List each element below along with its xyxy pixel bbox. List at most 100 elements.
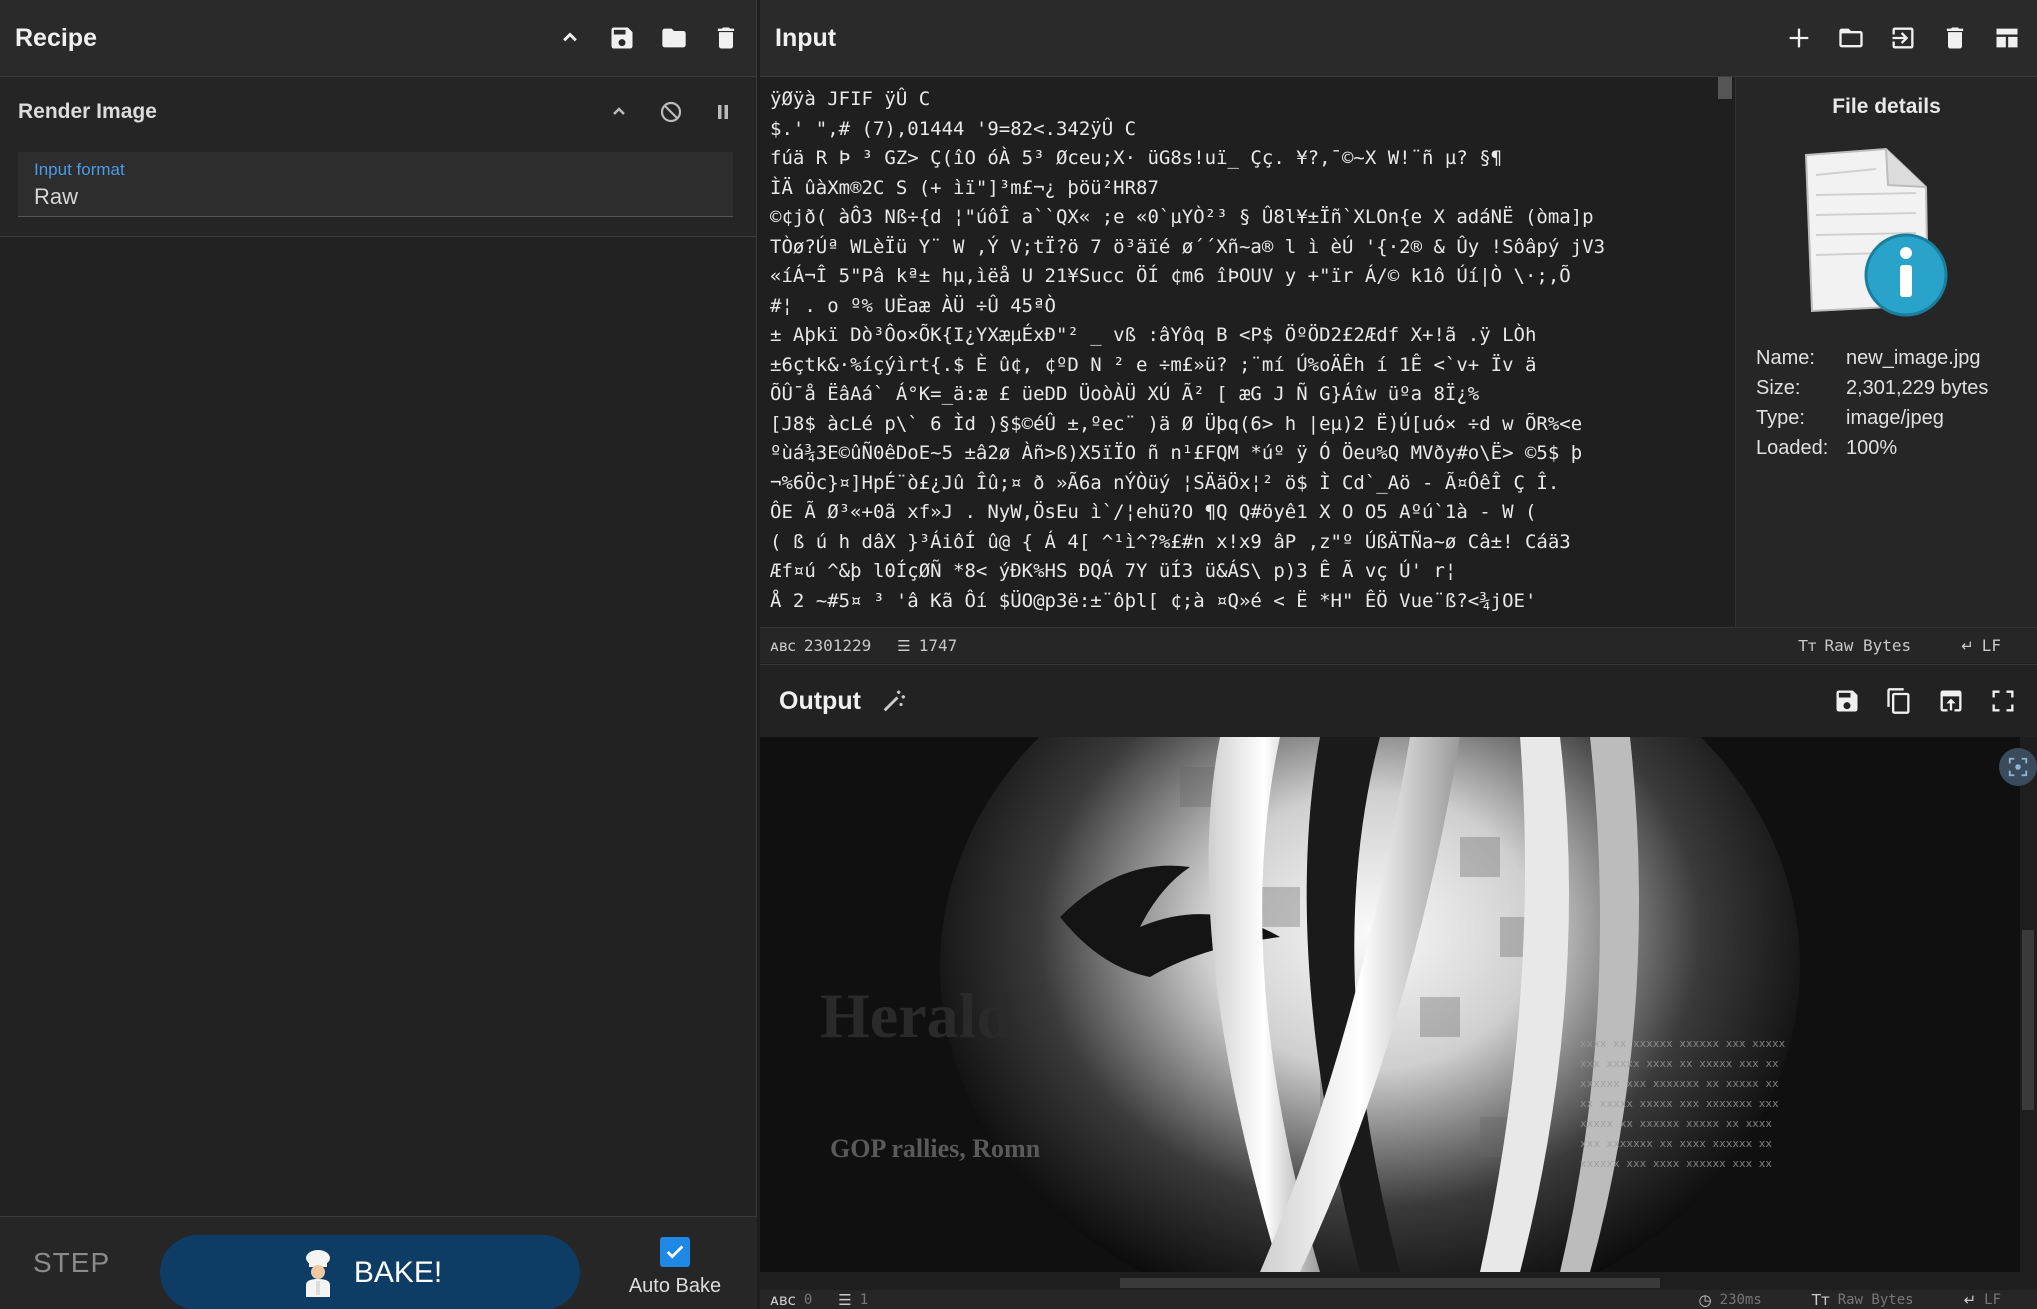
bake-time: 230ms	[1719, 1291, 1762, 1308]
input-eol: LF	[1981, 636, 2001, 655]
input-text-line: fúä R Þ ³ GZ> Ç(îO óÀ 5³ Øceu;X· üG8s!uï…	[770, 147, 1503, 169]
input-text-line: ± Aþkï Dò³Ôo×ÕK{I¿YXæµÉxÐ"² _ vß :âYôq B…	[770, 324, 1537, 346]
file-name-row: Name: new_image.jpg	[1756, 347, 1981, 370]
input-text-line: TÒø?Úª WLèÏü Y¨ W ,Ý V;tÏ?ö 7 ö³äïé ø´´X…	[770, 235, 1606, 258]
input-text-line: ÔE Ã Ø³«+0ã xf»J . NyW,ÖsEu ì`/¦ehü?O ¶Q…	[770, 501, 1537, 523]
input-text-line: Å 2 ~#5¤ ³ 'â Kã Ôí $ÜO@p3ë:±¨ôþl[ ¢;à ¤…	[770, 589, 1537, 612]
file-loaded-value: 100%	[1846, 437, 1898, 459]
reset-layout-icon[interactable]	[1992, 23, 2022, 53]
focus-icon	[2008, 757, 2028, 777]
replace-input-icon[interactable]	[1936, 686, 1966, 716]
input-format-field[interactable]: Input format Raw	[18, 152, 733, 217]
bake-button[interactable]: BAKE!	[160, 1235, 580, 1309]
input-encoding-selector[interactable]: Tт Raw Bytes	[1799, 636, 1912, 655]
file-loaded-key: Loaded:	[1756, 437, 1829, 459]
input-scrollbar[interactable]	[1718, 77, 1732, 99]
chevron-up-icon[interactable]	[555, 23, 585, 53]
output-eol-selector[interactable]: ↵ LF	[1964, 1291, 2001, 1309]
input-text-line: ±6çtk&·%íçýìrt{.$ È û¢, ¢ºD N ² e ÷m£»ü?…	[770, 353, 1537, 376]
file-size-value: 2,301,229 bytes	[1846, 377, 1989, 399]
text-encoding-icon: Tт	[1798, 636, 1817, 655]
input-encoding: Raw Bytes	[1824, 636, 1912, 655]
input-text-line: [J8$ àcLé p\` 6 Ìd )§$©éÛ ±,ºec¨ )ä Ø Üþ…	[770, 412, 1583, 435]
maximise-output-icon[interactable]	[1988, 686, 2018, 716]
output-image-view[interactable]: xxxx xx xxxxxx xxxxxx xxx xxxxx xxx xxxx…	[760, 737, 2020, 1272]
text-encoding-icon: Tт	[1811, 1290, 1830, 1309]
input-header: Input	[760, 0, 2037, 77]
recipe-title: Recipe	[15, 23, 97, 52]
input-text-line: #¦ . o º% UÈaæ ÀÜ ÷Û 45ªÒ	[770, 294, 1056, 317]
input-format-value[interactable]: Raw	[34, 184, 717, 210]
input-eol-selector[interactable]: ↵ LF	[1961, 636, 2001, 655]
disable-operation-icon[interactable]	[656, 97, 686, 127]
zoom-fit-button[interactable]	[1999, 748, 2037, 786]
load-recipe-folder-icon[interactable]	[659, 23, 689, 53]
input-lines-item: ☰ 1747	[897, 636, 957, 655]
file-name-value: new_image.jpg	[1846, 347, 1981, 369]
lines-icon: ☰	[897, 636, 911, 655]
file-details-panel: File details Name: new_image.jpg Size: 2,3…	[1735, 77, 2037, 627]
rendered-image: xxxx xx xxxxxx xxxxxx xxx xxxxx xxx xxxx…	[760, 737, 2020, 1272]
recipe-pane: Recipe Render Image Input format Raw STE…	[0, 0, 757, 1309]
open-folder-icon[interactable]	[1836, 23, 1866, 53]
output-encoding-selector[interactable]: Tт Raw Bytes	[1812, 1291, 1914, 1309]
auto-bake-toggle[interactable]: Auto Bake	[625, 1237, 725, 1298]
io-pane: Input ÿØÿà JFIF ÿÛ C $.' ",# (7),01444 '…	[760, 0, 2037, 1309]
output-length: 0	[803, 1291, 813, 1308]
magic-wand-icon[interactable]	[879, 686, 909, 716]
lines-icon: ☰	[838, 1290, 852, 1309]
auto-bake-label: Auto Bake	[628, 1275, 722, 1297]
copy-output-icon[interactable]	[1884, 686, 1914, 716]
svg-text:xxx xxxxxxx xx xxxx xxxxxx xx: xxx xxxxxxx xx xxxx xxxxxx xx	[1580, 1137, 1772, 1150]
save-output-icon[interactable]	[1832, 686, 1862, 716]
file-name-key: Name:	[1756, 347, 1815, 369]
svg-text:xxxx xx xxxxxx xxxxxx xxx xxxx: xxxx xx xxxxxx xxxxxx xxx xxxxx	[1580, 1037, 1786, 1050]
pause-breakpoint-icon[interactable]	[708, 97, 738, 127]
file-type-row: Type: image/jpeg	[1756, 407, 1944, 430]
output-status-bar: ᴀʙᴄ 0 ☰ 1 ◷ 230ms Tт Raw Bytes ↵ LF	[760, 1290, 2037, 1309]
svg-text:xx xxxxx xxxxx xxx xxxxxxx xxx: xx xxxxx xxxxx xxx xxxxxxx xxx	[1580, 1097, 1779, 1110]
abc-icon: ᴀʙᴄ	[770, 636, 796, 655]
abc-icon: ᴀʙᴄ	[770, 1290, 796, 1309]
output-encoding: Raw Bytes	[1837, 1291, 1914, 1308]
input-text-line: ÌÄ ûàXm®2C S (+ ìï"]³m£¬¿ þöü²HR87	[770, 176, 1159, 199]
file-loaded-row: Loaded: 100%	[1756, 437, 1897, 460]
operation-title: Render Image	[18, 100, 157, 123]
file-details-title: File details	[1832, 95, 1941, 118]
output-title: Output	[779, 686, 861, 715]
input-format-label: Input format	[34, 160, 125, 179]
open-file-icon[interactable]	[1888, 23, 1918, 53]
input-text-line: ºùá¾3E©ûÑ0êDoE~5 ±â2ø Àñ>ß)X5ïÏO ñ n¹£FQ…	[770, 442, 1583, 464]
svg-text:xxxxx xx xxxxxx xxxxx xx xxxx: xxxxx xx xxxxxx xxxxx xx xxxx	[1580, 1117, 1772, 1130]
output-lines-item: ☰ 1	[838, 1291, 868, 1309]
image-headline-text: GOP rallies, Romn	[830, 1134, 1041, 1163]
input-length-item: ᴀʙᴄ 2301229	[770, 636, 871, 655]
chef-icon	[305, 1249, 330, 1297]
operation-render-image[interactable]: Render Image Input format Raw	[0, 77, 756, 237]
recipe-header: Recipe	[0, 0, 756, 77]
input-text-line: ÿØÿà JFIF ÿÛ C	[770, 88, 931, 110]
clear-input-trash-icon[interactable]	[1940, 23, 1970, 53]
input-text-line: Æf¤ú ^&þ l0ÍçØÑ *8< ýÐK%HS ÐQÁ 7Y üÍ3 ü&…	[770, 560, 1457, 582]
add-tab-icon[interactable]	[1784, 23, 1814, 53]
file-info-icon	[1804, 147, 1948, 317]
svg-text:xxxxxx xxx xxxx xxxxxx xxx xx: xxxxxx xxx xxxx xxxxxx xxx xx	[1580, 1157, 1772, 1170]
file-type-value: image/jpeg	[1846, 407, 1944, 429]
save-recipe-icon[interactable]	[607, 23, 637, 53]
auto-bake-checkbox[interactable]	[660, 1237, 690, 1267]
file-size-key: Size:	[1756, 377, 1801, 399]
input-text-line: «íÁ¬Î 5"Pâ kª± hµ,ìëå U 21¥Succ ÖÍ ¢m6 î…	[770, 265, 1571, 287]
output-scrollbar-horizontal[interactable]	[1120, 1278, 1660, 1288]
input-text-line: ( ß ú h dâX }³ÁiôÍ û@ { Á 4[ ^¹ì^?%£#n x…	[770, 530, 1571, 553]
file-type-key: Type:	[1756, 407, 1805, 429]
clear-recipe-trash-icon[interactable]	[711, 23, 741, 53]
chevron-up-icon[interactable]	[604, 97, 634, 127]
output-scrollbar-vertical[interactable]	[2022, 930, 2034, 1110]
output-lines: 1	[859, 1291, 869, 1308]
cyberchef-app: Recipe Render Image Input format Raw STE…	[0, 0, 2037, 1309]
bake-time-item: ◷ 230ms	[1699, 1291, 1762, 1309]
return-arrow-icon: ↵	[1961, 636, 1974, 655]
step-button[interactable]: STEP	[33, 1247, 110, 1279]
input-text-area[interactable]: ÿØÿà JFIF ÿÛ C $.' ",# (7),01444 '9=82<.…	[760, 77, 1734, 627]
input-length: 2301229	[803, 636, 872, 655]
